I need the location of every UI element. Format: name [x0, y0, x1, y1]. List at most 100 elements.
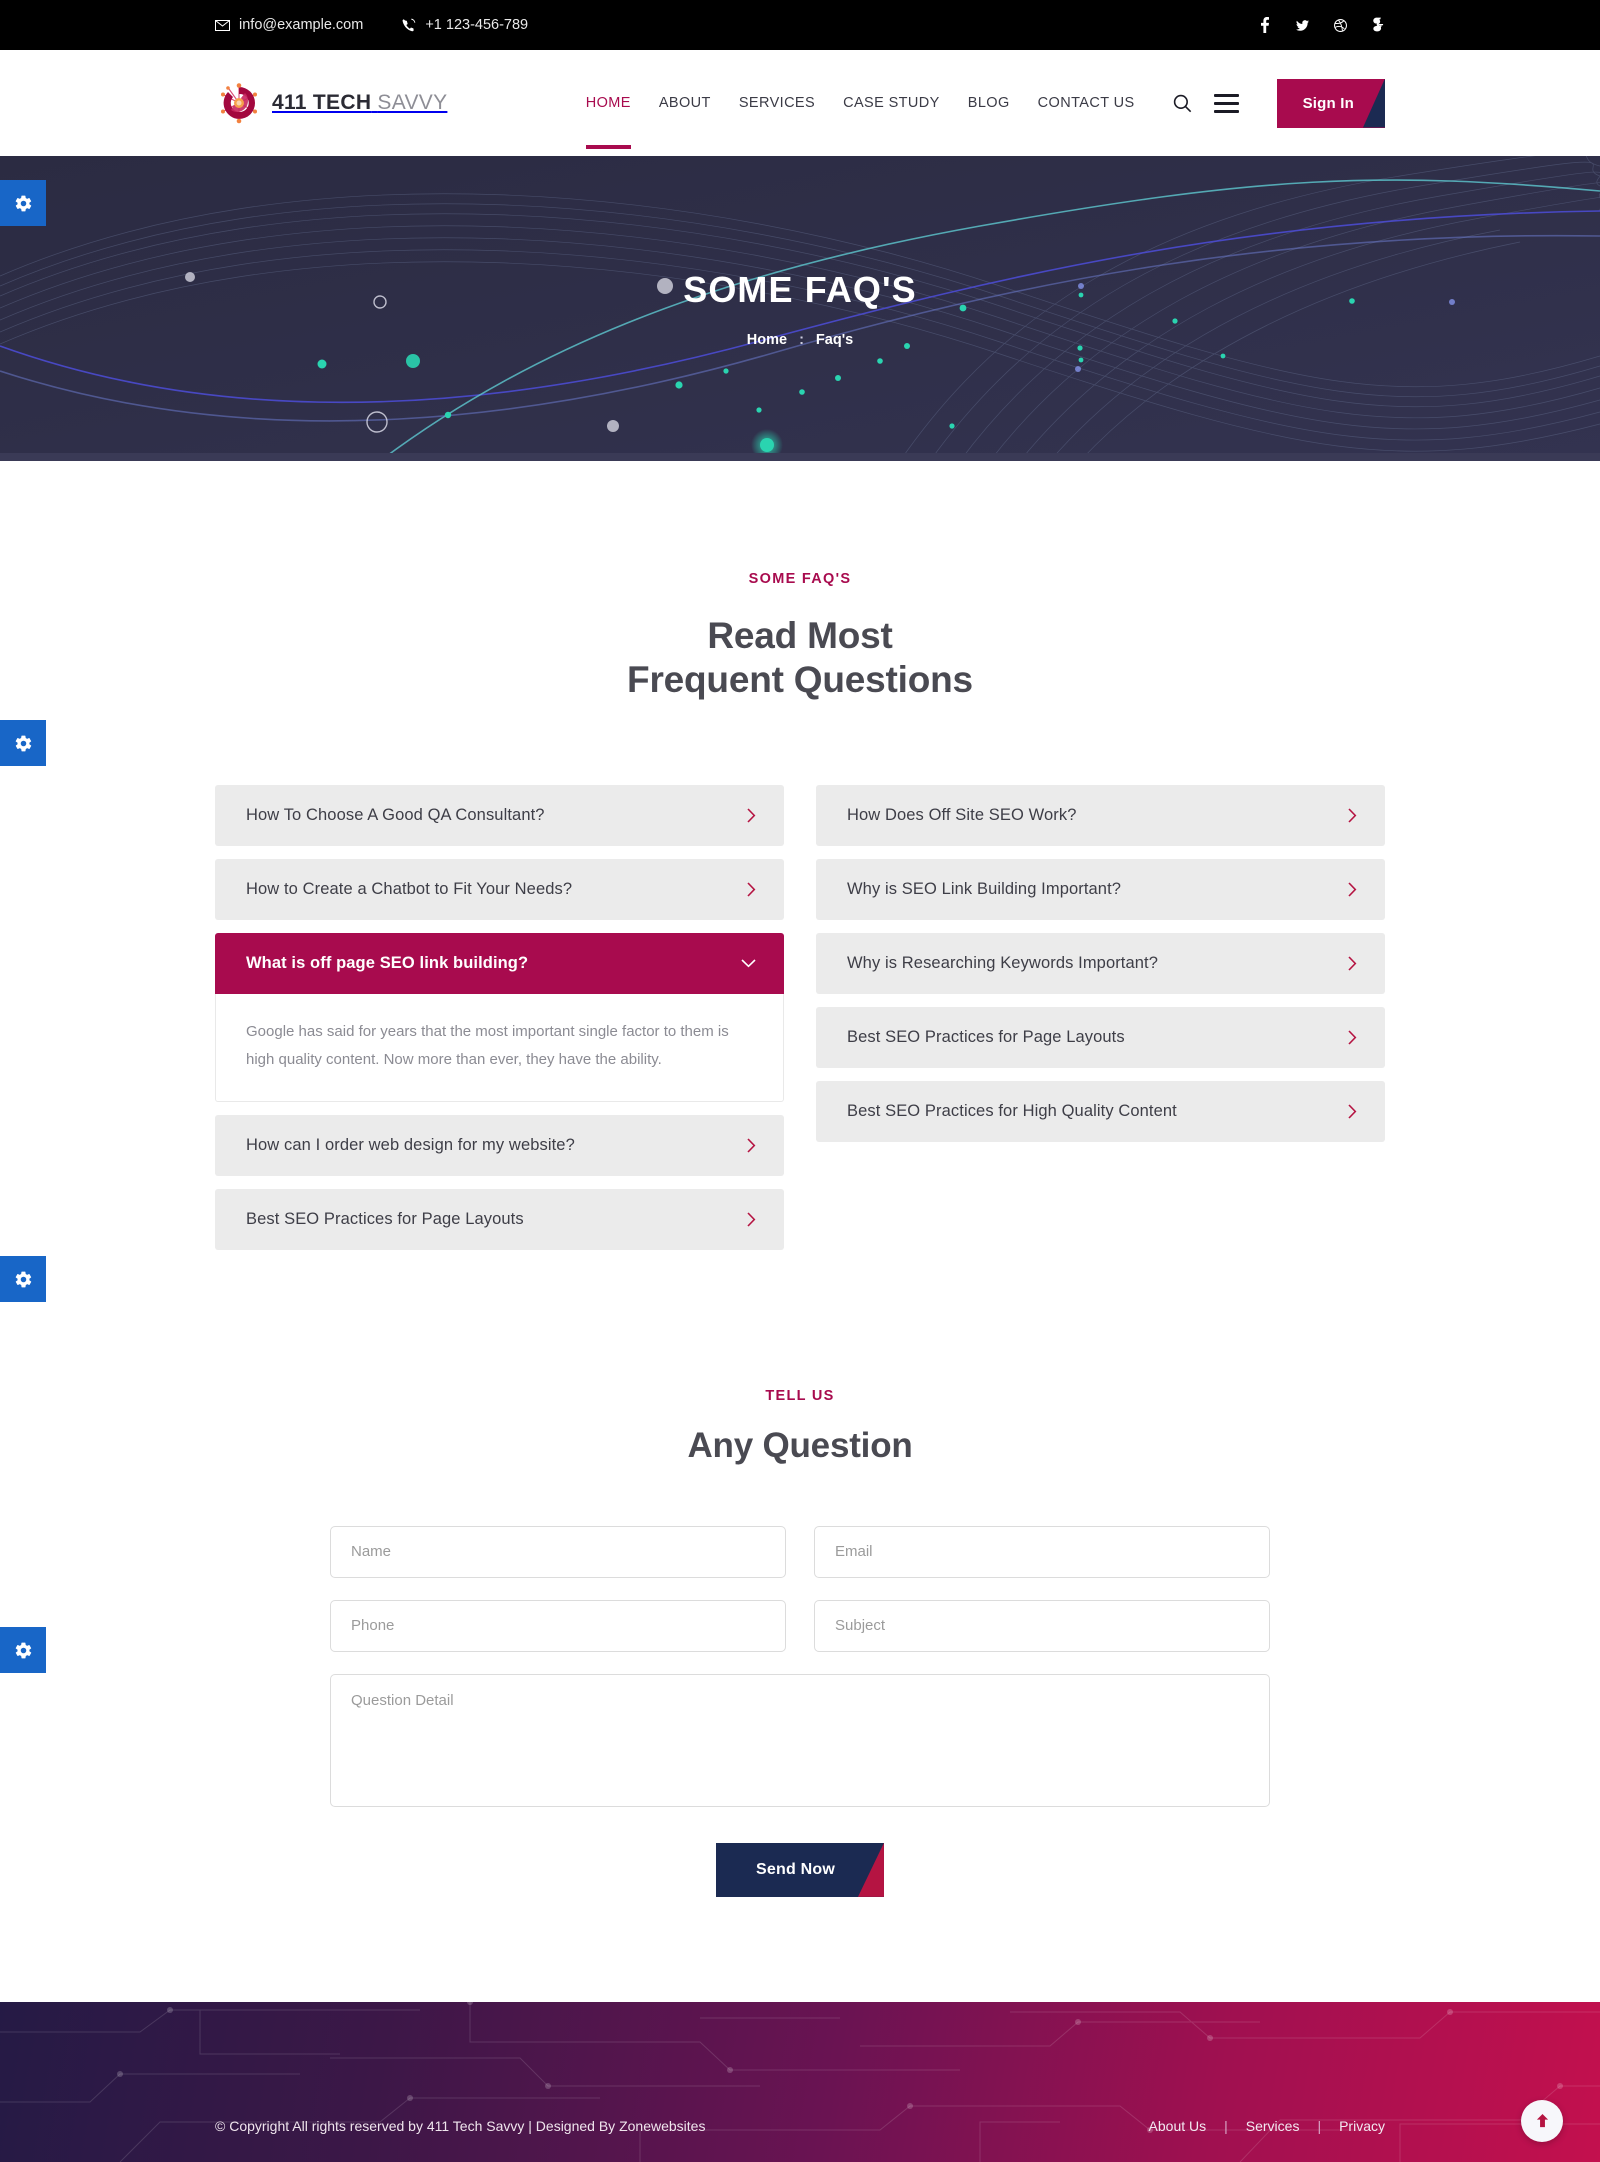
faq-question-text: Best SEO Practices for Page Layouts — [246, 1209, 524, 1228]
faq-question-text: How can I order web design for my websit… — [246, 1135, 575, 1154]
footer-link-separator: | — [1317, 2117, 1322, 2134]
subject-input[interactable] — [814, 1599, 1270, 1652]
settings-gear-icon[interactable] — [0, 1256, 46, 1302]
nav-link-blog[interactable]: BLOG — [968, 91, 1010, 115]
nav-item-blog[interactable]: BLOG — [968, 91, 1010, 115]
faq-item: How to Create a Chatbot to Fit Your Need… — [215, 859, 784, 921]
faq-item: Best SEO Practices for Page Layouts — [816, 1007, 1385, 1069]
hero-bottom-strip — [0, 453, 1600, 461]
email-input[interactable] — [814, 1525, 1270, 1578]
send-now-button[interactable]: Send Now — [716, 1842, 884, 1897]
phone-input[interactable] — [330, 1599, 786, 1652]
faq-question-text: Why is Researching Keywords Important? — [847, 954, 1159, 973]
dribbble-icon[interactable] — [1334, 17, 1347, 33]
chevron-right-icon — [747, 808, 756, 823]
main-navigation: HOME ABOUT SERVICES CASE STUDY BLOG CONT… — [585, 78, 1385, 149]
faq-item: How Does Off Site SEO Work? — [816, 785, 1385, 847]
envelope-icon — [215, 19, 230, 31]
page-title: SOME FAQ'S — [683, 269, 917, 310]
faq-item: Best SEO Practices for High Quality Cont… — [816, 1081, 1385, 1143]
faq-question-toggle[interactable]: How to Create a Chatbot to Fit Your Need… — [215, 859, 784, 921]
chevron-right-icon — [747, 882, 756, 897]
faq-title: Read Most Frequent Questions — [0, 614, 1600, 701]
faq-item: Why is SEO Link Building Important? — [816, 859, 1385, 921]
breadcrumb-home[interactable]: Home — [747, 332, 787, 348]
hamburger-bar — [1213, 93, 1239, 97]
settings-gear-icon[interactable] — [0, 180, 46, 226]
breadcrumb-current: Faq's — [815, 332, 854, 348]
chevron-right-icon — [747, 1138, 756, 1153]
faq-question-toggle[interactable]: How To Choose A Good QA Consultant? — [215, 785, 784, 847]
faq-question-text: Why is SEO Link Building Important? — [847, 880, 1122, 899]
faq-title-line2: Frequent Questions — [627, 658, 973, 700]
faq-question-text: How to Create a Chatbot to Fit Your Need… — [246, 880, 573, 899]
google-icon[interactable] — [1372, 17, 1385, 33]
facebook-icon[interactable] — [1258, 17, 1271, 33]
footer-link-about-us[interactable]: About Us — [1149, 2118, 1207, 2134]
chevron-right-icon — [1348, 1104, 1357, 1119]
email-contact[interactable]: info@example.com — [215, 17, 363, 33]
hamburger-bar — [1213, 101, 1239, 105]
faq-question-toggle-active[interactable]: What is off page SEO link building? — [215, 933, 784, 995]
chevron-right-icon — [1348, 808, 1357, 823]
chevron-right-icon — [1348, 882, 1357, 897]
faq-section: SOME FAQ'S Read Most Frequent Questions … — [0, 461, 1600, 1263]
nav-link-contact-us[interactable]: CONTACT US — [1038, 91, 1135, 115]
phone-text: +1 123-456-789 — [425, 17, 529, 33]
phone-contact[interactable]: +1 123-456-789 — [401, 17, 528, 33]
sign-in-button[interactable]: Sign In — [1276, 78, 1385, 128]
faq-grid: How To Choose A Good QA Consultant? How … — [215, 785, 1385, 1263]
phone-icon — [401, 18, 416, 33]
faq-question-text: How To Choose A Good QA Consultant? — [246, 806, 545, 825]
nav-item-contact-us[interactable]: CONTACT US — [1038, 91, 1135, 115]
settings-gear-icon[interactable] — [0, 720, 46, 766]
site-footer: © Copyright All rights reserved by 411 T… — [0, 2001, 1600, 2162]
nav-item-case-study[interactable]: CASE STUDY — [843, 91, 940, 115]
faq-question-toggle[interactable]: How can I order web design for my websit… — [215, 1114, 784, 1176]
faq-question-toggle[interactable]: Why is SEO Link Building Important? — [816, 859, 1385, 921]
nav-link-home[interactable]: HOME — [586, 91, 631, 115]
chevron-right-icon — [1348, 956, 1357, 971]
nav-active-underline — [585, 145, 631, 149]
nav-item-home[interactable]: HOME — [585, 91, 631, 149]
scroll-to-top-button[interactable] — [1521, 2099, 1563, 2142]
faq-question-toggle[interactable]: Why is Researching Keywords Important? — [816, 933, 1385, 995]
top-bar-contact: info@example.com +1 123-456-789 — [215, 17, 528, 33]
page-hero: SOME FAQ'S Home : Faq's — [0, 156, 1600, 461]
site-header: 411 TECH SAVVY HOME ABOUT SERVICES CASE … — [0, 50, 1600, 156]
faq-question-toggle[interactable]: Best SEO Practices for High Quality Cont… — [816, 1081, 1385, 1143]
contact-title: Any Question — [687, 1425, 913, 1465]
footer-link-privacy[interactable]: Privacy — [1339, 2118, 1385, 2134]
faq-question-toggle[interactable]: How Does Off Site SEO Work? — [816, 785, 1385, 847]
faq-question-toggle[interactable]: Best SEO Practices for Page Layouts — [215, 1188, 784, 1250]
header-tools: Sign In — [1173, 78, 1385, 128]
nav-link-services[interactable]: SERVICES — [739, 91, 815, 115]
arrow-up-icon — [1536, 2114, 1548, 2128]
nav-item-services[interactable]: SERVICES — [739, 91, 815, 115]
site-logo[interactable]: 411 TECH SAVVY — [215, 79, 447, 127]
question-detail-textarea[interactable] — [330, 1673, 1270, 1807]
faq-section-heading: SOME FAQ'S Read Most Frequent Questions — [0, 571, 1600, 701]
hamburger-icon[interactable] — [1213, 93, 1239, 113]
faq-question-text: What is off page SEO link building? — [246, 954, 529, 973]
contact-section: TELL US Any Question Send Now — [0, 1263, 1600, 2002]
breadcrumb-separator: : — [799, 332, 804, 348]
nav-link-case-study[interactable]: CASE STUDY — [843, 91, 940, 115]
footer-bottom-row: © Copyright All rights reserved by 411 T… — [0, 2118, 1600, 2162]
faq-question-toggle[interactable]: Best SEO Practices for Page Layouts — [816, 1007, 1385, 1069]
search-icon[interactable] — [1173, 94, 1192, 113]
nav-list: HOME ABOUT SERVICES CASE STUDY BLOG CONT… — [585, 91, 1135, 149]
question-form: Send Now — [330, 1525, 1270, 1897]
nav-item-about[interactable]: ABOUT — [659, 91, 711, 115]
faq-item: How can I order web design for my websit… — [215, 1114, 784, 1176]
footer-link-services[interactable]: Services — [1246, 2118, 1300, 2134]
submit-row: Send Now — [330, 1842, 1270, 1897]
settings-gear-icon[interactable] — [0, 1627, 46, 1673]
contact-heading: TELL US Any Question — [0, 1388, 1600, 1466]
faq-question-text: Best SEO Practices for Page Layouts — [847, 1028, 1125, 1047]
twitter-icon[interactable] — [1296, 17, 1309, 33]
faq-item: How To Choose A Good QA Consultant? — [215, 785, 784, 847]
name-input[interactable] — [330, 1525, 786, 1578]
nav-link-about[interactable]: ABOUT — [659, 91, 711, 115]
faq-answer-text: Google has said for years that the most … — [215, 994, 784, 1102]
